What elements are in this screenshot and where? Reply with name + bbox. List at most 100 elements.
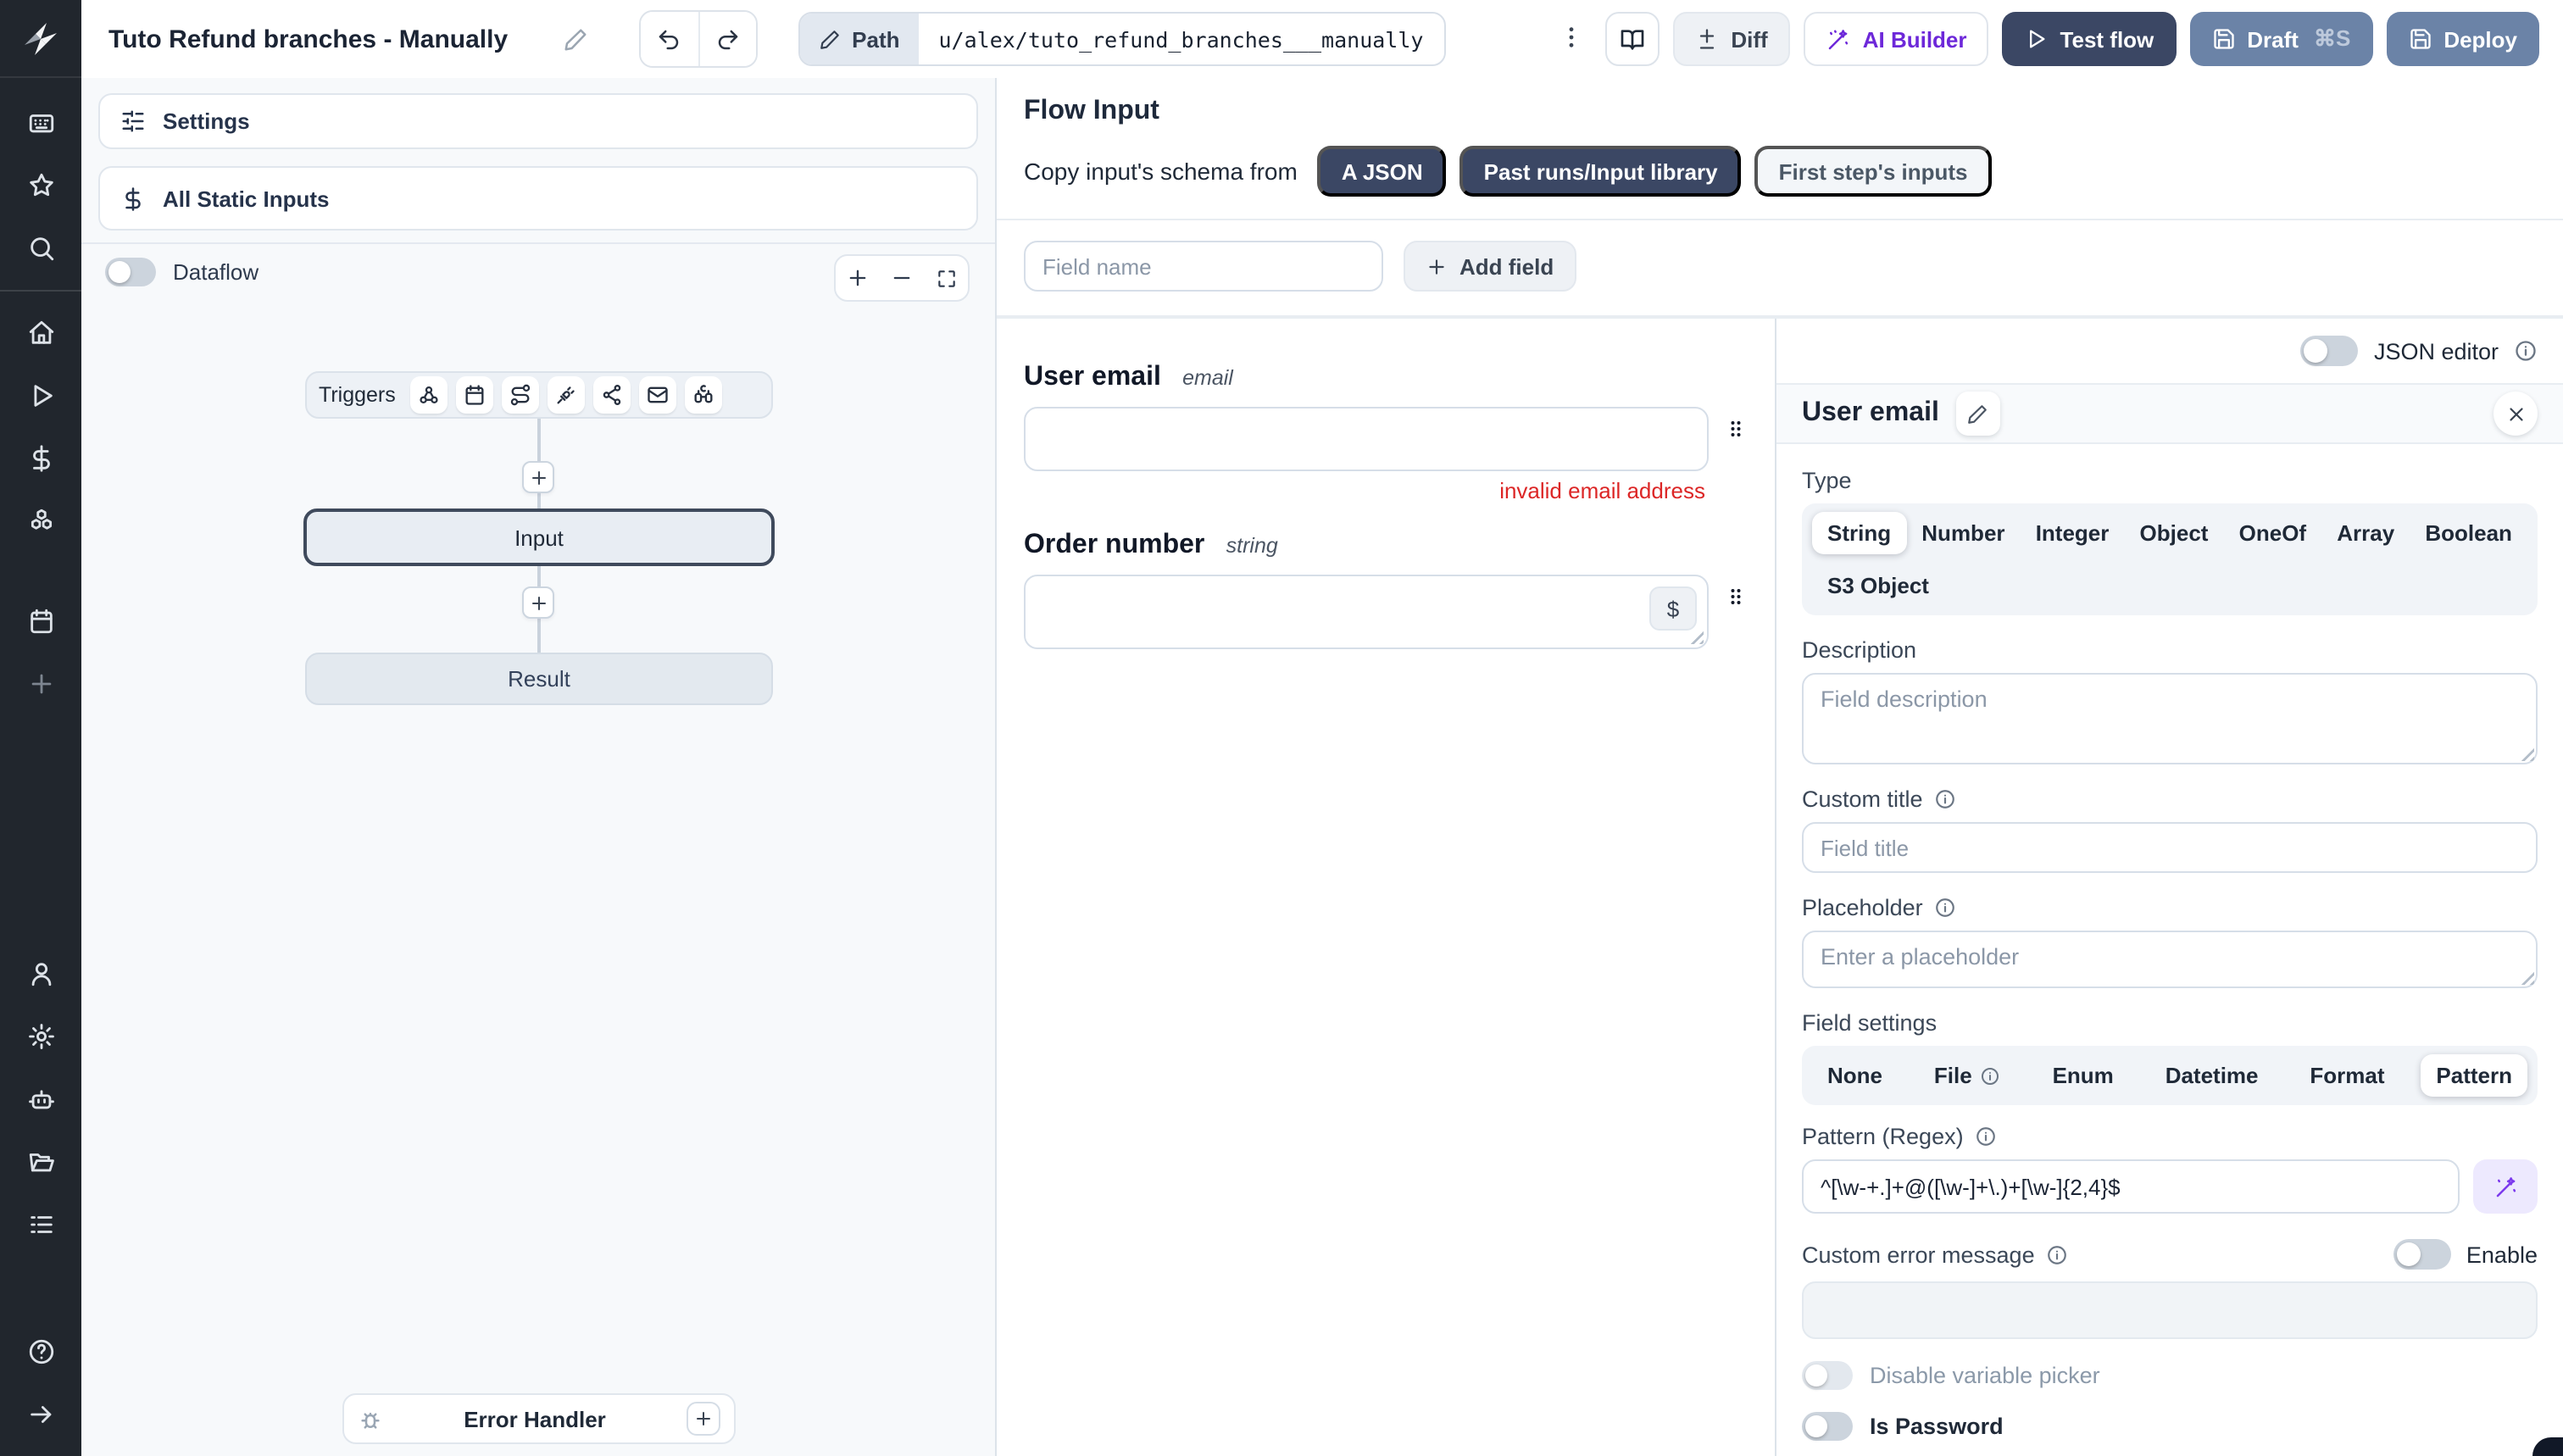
graph-zoom-controls bbox=[834, 254, 970, 302]
description-textarea[interactable] bbox=[1802, 673, 2538, 764]
is-password-toggle[interactable] bbox=[1802, 1412, 1853, 1441]
type-option-string[interactable]: String bbox=[1812, 512, 1907, 554]
info-icon[interactable] bbox=[2514, 339, 2538, 363]
flow-settings-button[interactable]: Settings bbox=[98, 93, 978, 149]
custom-title-input[interactable] bbox=[1802, 822, 2538, 873]
input-node[interactable]: Input bbox=[303, 508, 775, 566]
json-editor-toggle[interactable] bbox=[2300, 336, 2359, 366]
close-icon[interactable] bbox=[2494, 392, 2538, 436]
custom-error-enable-toggle[interactable] bbox=[2393, 1239, 2451, 1270]
panel-divider bbox=[81, 242, 995, 244]
pattern-regex-input[interactable] bbox=[1802, 1159, 2460, 1214]
favorites-star-icon[interactable] bbox=[0, 154, 81, 217]
diff-icon bbox=[1700, 29, 1715, 49]
triggers-bar: Triggers bbox=[305, 371, 773, 419]
save-icon bbox=[2410, 29, 2430, 49]
info-icon bbox=[1981, 1065, 2001, 1086]
path-value[interactable]: u/alex/tuto_refund_branches___manually bbox=[919, 14, 1444, 64]
variable-picker-dollar-button[interactable]: $ bbox=[1649, 586, 1697, 631]
add-field-button[interactable]: Add field bbox=[1404, 241, 1576, 292]
draft-button[interactable]: Draft ⌘S bbox=[2189, 12, 2373, 66]
fit-view-button[interactable] bbox=[924, 256, 968, 300]
order-number-input[interactable]: $ bbox=[1024, 575, 1709, 649]
result-node[interactable]: Result bbox=[305, 653, 773, 705]
ai-builder-button[interactable]: AI Builder bbox=[1803, 12, 1989, 66]
ai-generate-pattern-button[interactable] bbox=[2473, 1159, 2538, 1214]
redo-button[interactable] bbox=[698, 12, 756, 66]
schedules-calendar-icon[interactable] bbox=[0, 590, 81, 653]
setting-option-enum[interactable]: Enum bbox=[2038, 1054, 2129, 1097]
type-option-integer[interactable]: Integer bbox=[2021, 512, 2125, 554]
copy-schema-pastruns-button[interactable]: Past runs/Input library bbox=[1459, 146, 1742, 197]
logs-list-icon[interactable] bbox=[0, 1193, 81, 1256]
docs-book-button[interactable] bbox=[1605, 12, 1660, 66]
copy-schema-label: Copy input's schema from bbox=[1024, 158, 1298, 185]
info-icon[interactable] bbox=[2047, 1243, 2069, 1265]
workspace-icon[interactable] bbox=[0, 92, 81, 154]
windmill-logo[interactable] bbox=[0, 0, 81, 78]
drag-handle-icon[interactable] bbox=[1724, 581, 1748, 617]
rename-field-pencil-button[interactable] bbox=[1955, 392, 2000, 436]
disable-variable-picker-toggle[interactable] bbox=[1802, 1361, 1853, 1390]
path-field[interactable]: Path u/alex/tuto_refund_branches___manua… bbox=[798, 12, 1446, 66]
dataflow-toggle[interactable] bbox=[105, 258, 156, 286]
email-icon[interactable] bbox=[639, 376, 677, 414]
setting-option-format[interactable]: Format bbox=[2294, 1054, 2399, 1097]
info-icon[interactable] bbox=[1935, 897, 1957, 919]
schedule-calendar-icon[interactable] bbox=[456, 376, 494, 414]
websocket-plug-icon[interactable] bbox=[548, 376, 586, 414]
pencil-icon bbox=[820, 30, 838, 48]
undo-redo-group bbox=[638, 10, 758, 68]
selected-field-title: User email bbox=[1802, 398, 1939, 427]
error-handler-node[interactable]: Error Handler bbox=[342, 1393, 736, 1444]
undo-button[interactable] bbox=[640, 12, 698, 66]
runs-play-icon[interactable] bbox=[0, 364, 81, 427]
create-plus-icon[interactable] bbox=[0, 653, 81, 715]
ai-robot-icon[interactable] bbox=[0, 1068, 81, 1131]
copy-schema-json-button[interactable]: A JSON bbox=[1317, 146, 1447, 197]
diff-button[interactable]: Diff bbox=[1673, 12, 1790, 66]
edit-title-pencil-icon[interactable] bbox=[562, 26, 587, 52]
add-step-button[interactable] bbox=[522, 586, 554, 619]
http-route-icon[interactable] bbox=[502, 376, 540, 414]
help-icon[interactable] bbox=[0, 1320, 81, 1383]
info-icon[interactable] bbox=[1935, 788, 1957, 810]
resources-boxes-icon[interactable] bbox=[0, 490, 81, 553]
type-option-number[interactable]: Number bbox=[1906, 512, 2020, 554]
user-icon[interactable] bbox=[0, 942, 81, 1005]
info-icon[interactable] bbox=[1976, 1125, 1998, 1148]
description-label: Description bbox=[1802, 637, 1917, 663]
copy-schema-firststep-button[interactable]: First step's inputs bbox=[1754, 146, 1992, 197]
setting-option-none[interactable]: None bbox=[1812, 1054, 1898, 1097]
settings-gear-icon[interactable] bbox=[0, 1005, 81, 1068]
search-icon[interactable] bbox=[0, 217, 81, 280]
all-static-inputs-button[interactable]: All Static Inputs bbox=[98, 166, 978, 231]
type-option-array[interactable]: Array bbox=[2321, 512, 2410, 554]
zoom-out-button[interactable] bbox=[880, 256, 924, 300]
add-error-handler-button[interactable] bbox=[687, 1402, 720, 1436]
deploy-button[interactable]: Deploy bbox=[2386, 12, 2539, 66]
scheduled-poll-binoculars-icon[interactable] bbox=[685, 376, 723, 414]
kafka-icon[interactable] bbox=[593, 376, 631, 414]
type-option-s3object[interactable]: S3 Object bbox=[1812, 564, 1944, 607]
variables-dollar-icon[interactable] bbox=[0, 427, 81, 490]
user-email-input[interactable] bbox=[1024, 407, 1709, 471]
home-icon[interactable] bbox=[0, 302, 81, 364]
kebab-menu-icon[interactable] bbox=[1551, 23, 1592, 55]
placeholder-textarea[interactable] bbox=[1802, 931, 2538, 988]
setting-option-datetime[interactable]: Datetime bbox=[2150, 1054, 2274, 1097]
zoom-in-button[interactable] bbox=[836, 256, 880, 300]
add-step-button[interactable] bbox=[522, 461, 554, 493]
webhook-icon[interactable] bbox=[410, 376, 448, 414]
add-field-row: Add field bbox=[997, 220, 2563, 319]
field-name-input[interactable] bbox=[1024, 241, 1383, 292]
type-option-object[interactable]: Object bbox=[2125, 512, 2224, 554]
setting-option-pattern[interactable]: Pattern bbox=[2421, 1054, 2527, 1097]
type-option-oneof[interactable]: OneOf bbox=[2224, 512, 2321, 554]
test-flow-button[interactable]: Test flow bbox=[2002, 12, 2177, 66]
type-option-boolean[interactable]: Boolean bbox=[2410, 512, 2527, 554]
folders-icon[interactable] bbox=[0, 1131, 81, 1193]
expand-arrow-icon[interactable] bbox=[0, 1383, 81, 1446]
setting-option-file[interactable]: File bbox=[1919, 1054, 2016, 1097]
drag-handle-icon[interactable] bbox=[1724, 414, 1748, 449]
